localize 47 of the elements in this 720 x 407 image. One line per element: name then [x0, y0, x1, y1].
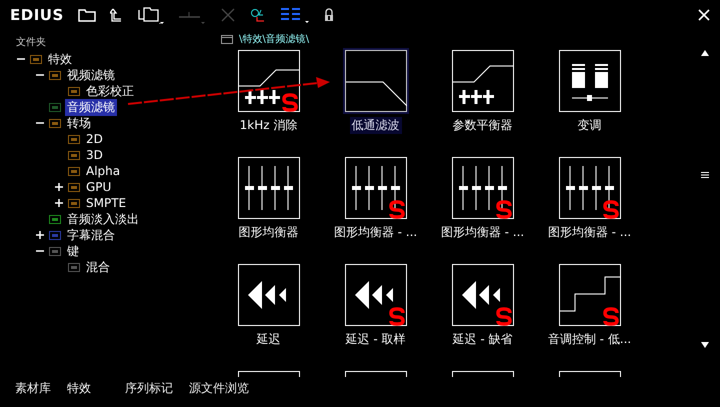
tree-item[interactable]: SMPTE	[84, 196, 128, 210]
tile-label: 图形均衡器 - ...	[546, 224, 632, 241]
folder-icon	[221, 34, 233, 44]
tile-label: 变调	[576, 117, 602, 134]
scroll-down-icon[interactable]	[701, 342, 709, 348]
panel-title: 文件夹	[16, 36, 47, 49]
panel-tab[interactable]: 源文件浏览	[187, 379, 251, 398]
scroll-up-icon[interactable]	[701, 50, 709, 56]
tile-label: 图形均衡器 - ...	[440, 224, 526, 241]
tile-label: 低通滤波	[350, 117, 402, 134]
close-icon[interactable]	[698, 9, 710, 21]
list-view-icon[interactable]	[280, 6, 310, 24]
tree-item[interactable]: 视频滤镜	[65, 66, 117, 84]
expand-icon[interactable]	[54, 182, 64, 192]
app-title: EDIUS	[10, 6, 64, 24]
effect-tile[interactable]	[344, 50, 406, 112]
tree-item[interactable]: 特效	[46, 50, 74, 68]
tile-label: 延迟 - 缺省	[452, 331, 514, 348]
tree-item[interactable]: 混合	[84, 258, 112, 276]
tree-item[interactable]: GPU	[84, 180, 114, 194]
tree-item[interactable]: 3D	[84, 148, 105, 162]
expand-icon[interactable]	[54, 198, 64, 208]
tree-item[interactable]: 键	[65, 242, 81, 260]
tree-item[interactable]: 音频淡入淡出	[65, 210, 141, 228]
tree-item[interactable]: Alpha	[84, 164, 122, 178]
tree-item[interactable]: 色彩校正	[84, 82, 136, 100]
panel-tab[interactable]: 序列标记	[123, 379, 175, 398]
tile-label: 参数平衡器	[452, 117, 514, 134]
tree-item[interactable]: 2D	[84, 132, 105, 146]
tree-item[interactable]: 音频滤镜	[65, 98, 117, 116]
tree-item[interactable]: 转场	[65, 114, 93, 132]
lock-icon[interactable]	[324, 8, 334, 22]
tile-label: 延迟	[256, 331, 282, 348]
panel-tab[interactable]: 特效	[65, 379, 93, 398]
scroll-thumb-icon[interactable]	[701, 172, 709, 178]
tile-label: 图形均衡器	[238, 224, 300, 241]
tile-label: 图形均衡器 - ...	[332, 224, 418, 241]
folder-path: \特效\音频滤镜\	[239, 32, 310, 46]
up-arrow-icon[interactable]	[110, 8, 122, 22]
tile-label: 延迟 - 取样	[344, 331, 406, 348]
tree-item[interactable]: 字幕混合	[65, 226, 117, 244]
folder-copy-icon[interactable]	[136, 6, 164, 24]
panel-tab[interactable]: 素材库	[13, 379, 53, 398]
folder-icon[interactable]	[78, 8, 96, 22]
tile-label: 音调控制 - 低...	[546, 331, 632, 348]
expand-icon[interactable]	[35, 230, 45, 240]
tile-label: 1kHz 消除	[238, 117, 298, 134]
